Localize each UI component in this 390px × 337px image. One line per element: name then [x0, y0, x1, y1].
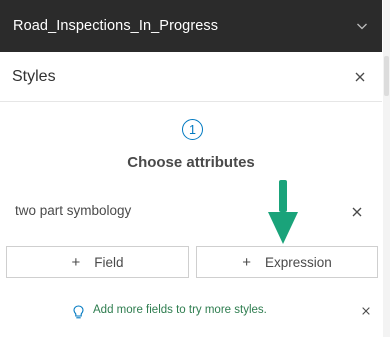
- styles-panel-window: Road_Inspections_In_Progress Styles 1 Ch…: [0, 0, 390, 337]
- plus-icon: +: [71, 253, 81, 271]
- step-number-badge: 1: [182, 119, 203, 140]
- add-expression-label: Expression: [264, 254, 332, 270]
- layer-header[interactable]: Road_Inspections_In_Progress: [0, 0, 382, 52]
- plus-icon: +: [242, 253, 251, 271]
- add-expression-button[interactable]: + Expression: [196, 246, 378, 278]
- remove-attribute-close-icon[interactable]: [351, 206, 363, 218]
- add-field-button[interactable]: + Field: [6, 246, 189, 278]
- tip-text: Add more fields to try more styles.: [93, 304, 267, 316]
- panel-header: Styles: [0, 52, 382, 102]
- scrollbar-thumb[interactable]: [384, 56, 389, 96]
- dismiss-tip-close-icon[interactable]: [361, 306, 371, 316]
- attribute-label: two part symbology: [15, 203, 132, 218]
- lightbulb-icon: [73, 305, 84, 319]
- panel-title: Styles: [12, 67, 56, 85]
- add-field-label: Field: [94, 254, 124, 270]
- step-title: Choose attributes: [127, 154, 255, 171]
- layer-title: Road_Inspections_In_Progress: [13, 18, 219, 34]
- chevron-down-icon[interactable]: [356, 21, 368, 31]
- close-icon[interactable]: [354, 71, 366, 83]
- scrollbar-track[interactable]: [383, 0, 390, 337]
- attribute-row: two part symbology: [0, 193, 382, 231]
